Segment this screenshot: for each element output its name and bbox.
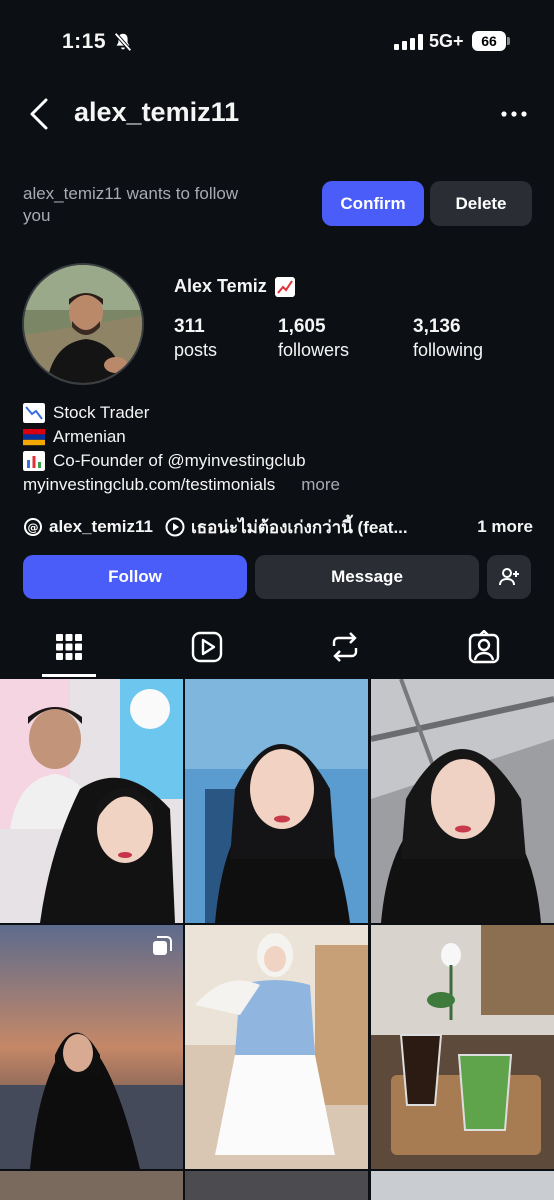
follow-button[interactable]: Follow [23,555,247,599]
bio-more-link[interactable]: more [301,473,340,497]
links-more[interactable]: 1 more [477,517,533,537]
bio-link[interactable]: myinvestingclub.com/testimonials [23,473,275,497]
tagged-icon[interactable] [467,630,501,664]
post-image [0,1171,183,1200]
following-stat[interactable]: 3,136 following [413,316,483,361]
message-button[interactable]: Message [255,555,479,599]
post-thumbnail[interactable] [371,679,554,923]
confirm-button[interactable]: Confirm [322,181,424,226]
post-thumbnail[interactable] [185,925,368,1169]
post-thumbnail[interactable] [371,1171,554,1200]
follow-request-text: alex_temiz11 wants to follow you [23,184,239,225]
post-image [185,1171,368,1200]
threads-handle[interactable]: alex_temiz11 [49,517,153,537]
reposts-icon[interactable] [328,630,362,664]
post-image [0,679,183,923]
avatar-image [24,265,142,383]
status-time: 1:15 [62,30,134,54]
profile-tabs [0,618,554,678]
bio-line: Armenian [23,425,340,449]
grid-icon[interactable] [52,630,86,664]
post-image [185,925,368,1169]
svg-text:@: @ [28,521,39,534]
reels-icon[interactable] [190,630,224,664]
signal-icon [394,34,423,50]
post-image [371,679,554,923]
post-image [0,925,183,1169]
network-label: 5G+ [429,31,464,51]
status-bar: 1:15 5G+ 66 [0,0,554,80]
more-options-icon[interactable] [500,104,528,124]
armenia-flag-emoji-icon [23,429,45,446]
post-thumbnail[interactable] [185,679,368,923]
bio-line: Stock Trader [23,401,340,425]
threads-icon[interactable]: @ [23,517,43,537]
post-thumbnail[interactable] [0,679,183,923]
carousel-icon [153,936,172,955]
post-thumbnail[interactable] [185,1171,368,1200]
followers-stat[interactable]: 1,605 followers [278,316,349,361]
post-thumbnail[interactable] [0,1171,183,1200]
profile-links-row: @ alex_temiz11 เธอน่ะไม่ต้องเก่งกว่านี้ … [23,514,543,540]
chart-increasing-emoji-icon [274,276,295,297]
bar-chart-emoji-icon [23,451,45,471]
header-username: alex_temiz11 [74,97,240,127]
post-image [371,1171,554,1200]
play-circle-icon[interactable] [165,517,185,537]
music-title[interactable]: เธอน่ะไม่ต้องเก่งกว่านี้ (feat... [191,514,408,541]
delete-button[interactable]: Delete [430,181,532,226]
profile-avatar[interactable] [22,263,144,385]
post-thumbnail[interactable] [371,925,554,1169]
chart-decreasing-emoji-icon [23,403,45,423]
add-user-button[interactable] [487,555,531,599]
active-tab-indicator [42,674,96,677]
battery-icon: 66 [472,31,510,51]
posts-stat[interactable]: 311 posts [174,316,217,361]
profile-full-name: Alex Temiz [174,276,295,297]
add-user-icon [499,568,519,586]
bio-line: Co-Founder of @myinvestingclub [23,449,340,473]
bio-link-line: myinvestingclub.com/testimonials more [23,473,340,497]
profile-bio: Stock Trader Armenian Co-Founder of @myi… [23,401,340,497]
post-image [185,679,368,923]
bell-off-icon [114,32,132,52]
back-chevron-icon[interactable] [26,96,54,132]
post-thumbnail[interactable] [0,925,183,1169]
post-image [371,925,554,1169]
